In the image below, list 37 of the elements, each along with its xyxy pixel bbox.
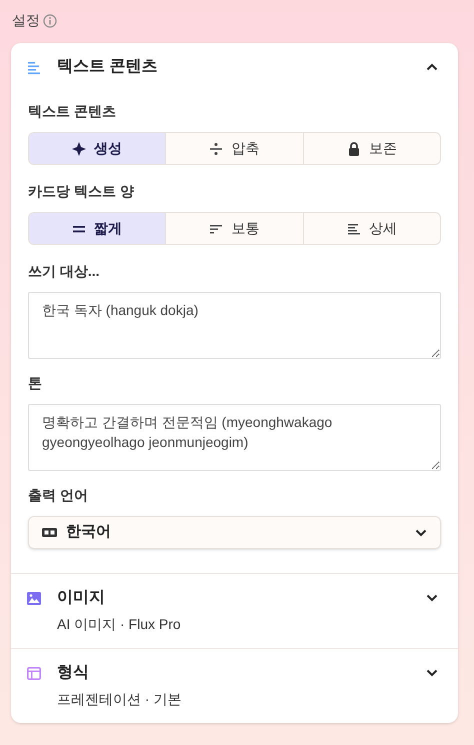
text-lines-icon — [27, 61, 41, 75]
field-label: 출력 언어 — [28, 486, 89, 505]
text-area-field[interactable]: 명확하고 간결하며 전문적임 (myeonghwakago gyeongyeolhago jeonmunjeogim) — [28, 404, 441, 471]
info-icon[interactable] — [43, 14, 57, 28]
section-header[interactable]: 이미지 AI 이미지 · Flux Pro — [11, 574, 458, 648]
chevron-down-icon[interactable] — [415, 528, 427, 536]
segment-option[interactable]: 짧게 — [29, 213, 166, 244]
segment-option[interactable]: 압축 — [165, 133, 303, 164]
segment-option[interactable]: 보통 — [165, 213, 303, 244]
segment-option[interactable]: 상세 — [302, 213, 440, 244]
layout-icon — [27, 667, 41, 680]
field-label: 텍스트 콘텐츠 — [28, 102, 117, 121]
section-subtitle: 프레젠테이션 · 기본 — [57, 690, 182, 709]
image-icon — [27, 592, 41, 605]
divide-icon — [209, 142, 224, 156]
select-value: 한국어 — [66, 522, 112, 542]
section-header[interactable]: 텍스트 콘텐츠 — [11, 43, 458, 91]
lock-icon — [346, 142, 361, 156]
field-label: 쓰기 대상... — [28, 262, 101, 281]
segment-option[interactable]: 보존 — [302, 133, 440, 164]
section-title: 형식 — [57, 663, 90, 683]
settings-title: 설정 — [12, 11, 40, 30]
lines-icon — [346, 222, 361, 236]
language-select[interactable]: 한국어 — [28, 516, 441, 549]
chevron-down-icon[interactable] — [426, 594, 438, 602]
field-label: 카드당 텍스트 양 — [28, 182, 135, 201]
sparkle-icon — [72, 142, 86, 156]
section-title: 이미지 — [57, 588, 106, 608]
language-icon — [42, 528, 57, 537]
chevron-down-icon[interactable] — [426, 669, 438, 677]
section-title: 텍스트 콘텐츠 — [57, 57, 158, 77]
text-area-field[interactable]: 한국 독자 (hanguk dokja) — [28, 292, 441, 359]
chevron-up-icon[interactable] — [426, 63, 438, 71]
section-subtitle: AI 이미지 · Flux Pro — [57, 615, 182, 634]
segment-option[interactable]: 생성 — [29, 133, 166, 164]
section-header[interactable]: 형식 프레젠테이션 · 기본 — [11, 649, 458, 723]
field-label: 톤 — [28, 374, 43, 393]
